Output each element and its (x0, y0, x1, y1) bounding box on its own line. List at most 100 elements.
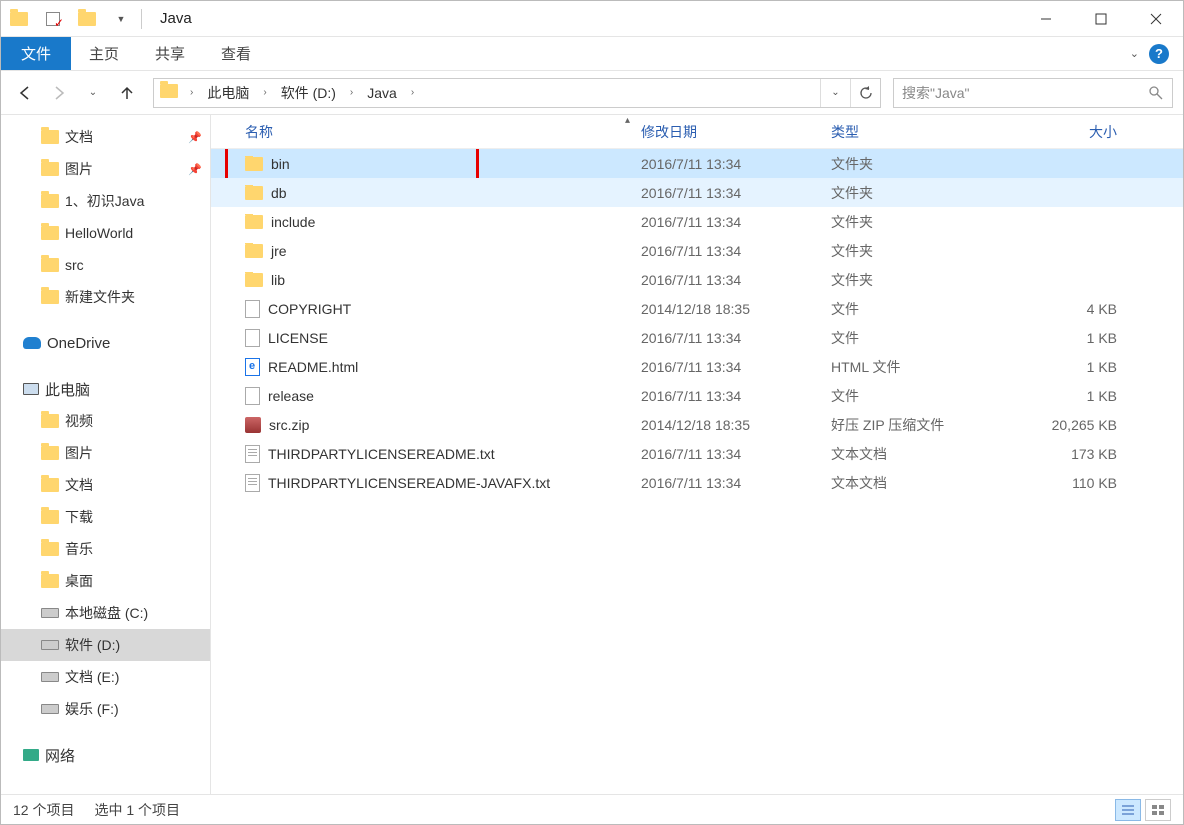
file-type: 文件夹 (823, 183, 1011, 203)
file-row[interactable]: jre2016/7/11 13:34文件夹 (211, 236, 1183, 265)
column-header-date[interactable]: 修改日期 (633, 118, 823, 146)
breadcrumb-folder[interactable]: Java (361, 83, 403, 103)
file-name: release (268, 388, 314, 404)
sidebar-item[interactable]: 图片 (1, 437, 210, 469)
sidebar-item[interactable]: OneDrive (1, 327, 210, 359)
file-type: 文件夹 (823, 212, 1011, 232)
column-header-size[interactable]: 大小 (1011, 118, 1141, 146)
sidebar-item[interactable]: 视频 (1, 405, 210, 437)
sidebar-item[interactable]: 软件 (D:) (1, 629, 210, 661)
file-row[interactable]: release2016/7/11 13:34文件1 KB (211, 381, 1183, 410)
breadcrumb-sep[interactable]: › (344, 85, 359, 100)
sidebar-item[interactable]: 文档 (1, 469, 210, 501)
qat-properties-icon[interactable]: ✓ (41, 7, 65, 31)
ribbon-expand-icon[interactable]: ⌄ (1130, 47, 1139, 60)
address-bar[interactable]: › 此电脑 › 软件 (D:) › Java › ⌄ (153, 78, 881, 108)
folder-icon (41, 542, 59, 556)
file-row[interactable]: COPYRIGHT2014/12/18 18:35文件4 KB (211, 294, 1183, 323)
folder-icon (41, 414, 59, 428)
column-header-type[interactable]: 类型 (823, 118, 1011, 146)
refresh-button[interactable] (850, 79, 880, 107)
qat-dropdown-icon[interactable]: ▼ (109, 7, 133, 31)
file-name: db (271, 185, 287, 201)
sidebar-item[interactable]: 新建文件夹 (1, 281, 210, 313)
file-row[interactable]: db2016/7/11 13:34文件夹 (211, 178, 1183, 207)
file-type: HTML 文件 (823, 357, 1011, 377)
help-icon[interactable]: ? (1149, 44, 1169, 64)
file-row[interactable]: README.html2016/7/11 13:34HTML 文件1 KB (211, 352, 1183, 381)
folder-icon (245, 186, 263, 200)
sidebar-item-label: src (65, 257, 84, 273)
qat-new-folder-icon[interactable] (75, 7, 99, 31)
separator (141, 9, 142, 29)
tab-view[interactable]: 查看 (203, 37, 269, 70)
file-list: bin2016/7/11 13:34文件夹db2016/7/11 13:34文件… (211, 149, 1183, 794)
tab-home[interactable]: 主页 (71, 37, 137, 70)
file-type: 文本文档 (823, 444, 1011, 464)
search-icon (1148, 85, 1164, 101)
view-details-button[interactable] (1115, 799, 1141, 821)
file-row[interactable]: THIRDPARTYLICENSEREADME-JAVAFX.txt2016/7… (211, 468, 1183, 497)
sidebar-item[interactable]: 本地磁盘 (C:) (1, 597, 210, 629)
file-date: 2016/7/11 13:34 (633, 214, 823, 230)
file-row[interactable]: lib2016/7/11 13:34文件夹 (211, 265, 1183, 294)
forward-button[interactable] (45, 79, 73, 107)
content-pane: ▴ 名称 修改日期 类型 大小 bin2016/7/11 13:34文件夹db2… (211, 115, 1183, 794)
breadcrumb-drive[interactable]: 软件 (D:) (275, 81, 342, 105)
sidebar-item[interactable]: 音乐 (1, 533, 210, 565)
file-date: 2016/7/11 13:34 (633, 359, 823, 375)
up-button[interactable] (113, 79, 141, 107)
sidebar-item[interactable]: 图片📌 (1, 153, 210, 185)
file-size: 173 KB (1011, 446, 1141, 462)
file-type: 文件夹 (823, 241, 1011, 261)
sidebar-item[interactable]: 1、初识Java (1, 185, 210, 217)
folder-icon (245, 157, 263, 171)
file-row[interactable]: LICENSE2016/7/11 13:34文件1 KB (211, 323, 1183, 352)
close-button[interactable] (1128, 1, 1183, 37)
breadcrumb-sep[interactable]: › (184, 85, 199, 100)
sidebar-item[interactable]: src (1, 249, 210, 281)
sidebar-item[interactable]: 此电脑 (1, 373, 210, 405)
folder-icon (41, 226, 59, 240)
sidebar-item-label: 图片 (65, 159, 93, 179)
breadcrumb-sep[interactable]: › (405, 85, 420, 100)
folder-icon (41, 290, 59, 304)
folder-icon (41, 162, 59, 176)
sidebar-item[interactable]: 文档 (E:) (1, 661, 210, 693)
file-type: 文件 (823, 386, 1011, 406)
column-header-name[interactable]: 名称 (225, 118, 633, 146)
body: 文档📌图片📌1、初识JavaHelloWorld src 新建文件夹 OneDrive… (1, 115, 1183, 794)
tab-file[interactable]: 文件 (1, 37, 71, 70)
sidebar-item[interactable]: 娱乐 (F:) (1, 693, 210, 725)
status-selection: 选中 1 个项目 (94, 800, 180, 820)
drive-icon (41, 672, 59, 682)
recent-dropdown-icon[interactable]: ⌄ (79, 79, 107, 107)
file-type: 文件夹 (823, 270, 1011, 290)
sidebar-item[interactable]: 下载 (1, 501, 210, 533)
minimize-button[interactable] (1018, 1, 1073, 37)
sidebar-item[interactable]: 桌面 (1, 565, 210, 597)
file-row[interactable]: src.zip2014/12/18 18:35好压 ZIP 压缩文件20,265… (211, 410, 1183, 439)
file-name: COPYRIGHT (268, 301, 351, 317)
sidebar-item[interactable]: 文档📌 (1, 121, 210, 153)
file-type: 文本文档 (823, 473, 1011, 493)
breadcrumb-sep[interactable]: › (257, 85, 272, 100)
file-row[interactable]: THIRDPARTYLICENSEREADME.txt2016/7/11 13:… (211, 439, 1183, 468)
sidebar-item[interactable]: 网络 (1, 739, 210, 771)
title-bar: ✓ ▼ Java (1, 1, 1183, 37)
sidebar-item-label: 文档 (65, 127, 93, 147)
maximize-button[interactable] (1073, 1, 1128, 37)
folder-icon (41, 510, 59, 524)
sidebar-item[interactable]: HelloWorld (1, 217, 210, 249)
file-row[interactable]: bin2016/7/11 13:34文件夹 (211, 149, 1183, 178)
file-row[interactable]: include 2016/7/11 13:34文件夹 (211, 207, 1183, 236)
search-placeholder: 搜索"Java" (902, 83, 1148, 103)
breadcrumb-thispc[interactable]: 此电脑 (201, 81, 255, 105)
file-name: include (271, 214, 315, 230)
sidebar-item-label: 文档 (65, 475, 93, 495)
address-dropdown-icon[interactable]: ⌄ (820, 79, 850, 107)
tab-share[interactable]: 共享 (137, 37, 203, 70)
view-icons-button[interactable] (1145, 799, 1171, 821)
back-button[interactable] (11, 79, 39, 107)
search-input[interactable]: 搜索"Java" (893, 78, 1173, 108)
